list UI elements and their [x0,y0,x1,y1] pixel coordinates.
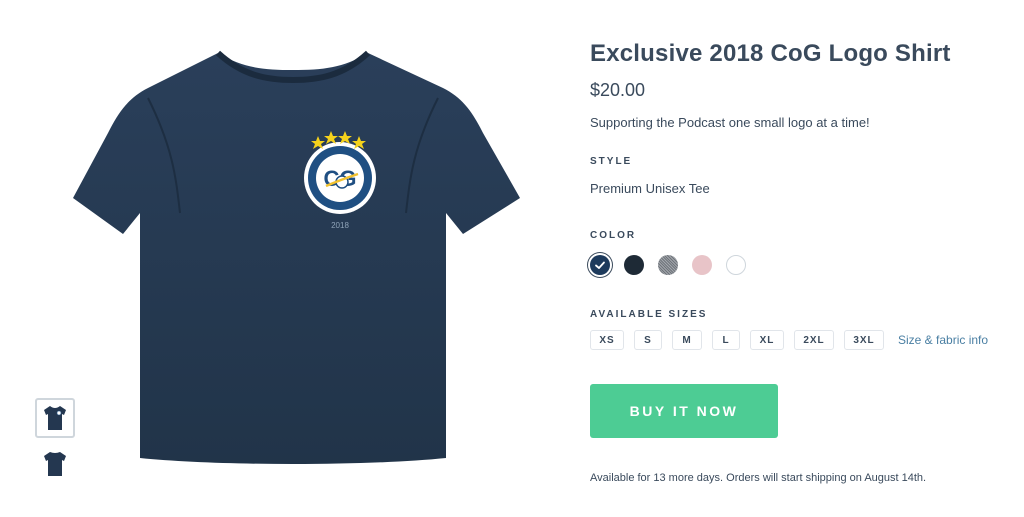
availability-text: Available for 13 more days. Orders will … [590,472,927,484]
style-value: Premium Unisex Tee [590,181,710,196]
shirt-front-thumbnail-icon [44,406,66,430]
product-description: Supporting the Podcast one small logo at… [590,115,870,130]
color-swatch-heather-grey[interactable] [658,255,678,275]
color-swatch-navy[interactable] [590,255,610,275]
buy-it-now-button[interactable]: BUY IT NOW [590,384,778,438]
product-image: CG 2018 [68,38,528,468]
color-swatches [590,255,1010,275]
size-s-button[interactable]: S [634,330,662,350]
size-fabric-info-link[interactable]: Size & fabric info [898,333,988,347]
size-xs-button[interactable]: XS [590,330,624,350]
checkmark-icon [595,261,605,269]
color-swatch-pink[interactable] [692,255,712,275]
size-l-button[interactable]: L [712,330,740,350]
size-options: XS S M L XL 2XL 3XL Size & fabric info [590,330,1010,350]
size-3xl-button[interactable]: 3XL [844,330,884,350]
product-title: Exclusive 2018 CoG Logo Shirt [590,40,951,67]
size-2xl-button[interactable]: 2XL [794,330,834,350]
color-swatch-black[interactable] [624,255,644,275]
tshirt-illustration: CG 2018 [73,50,520,464]
shirt-back-thumbnail-icon [44,452,66,476]
svg-text:2018: 2018 [331,221,349,230]
size-xl-button[interactable]: XL [750,330,784,350]
product-price: $20.00 [590,80,646,100]
size-m-button[interactable]: M [672,330,702,350]
product-info: Exclusive 2018 CoG Logo Shirt $20.00 Sup… [590,40,1010,484]
style-label: STYLE [590,156,633,167]
sizes-label: AVAILABLE SIZES [590,309,708,320]
color-swatch-white[interactable] [726,255,746,275]
color-label: COLOR [590,230,637,241]
